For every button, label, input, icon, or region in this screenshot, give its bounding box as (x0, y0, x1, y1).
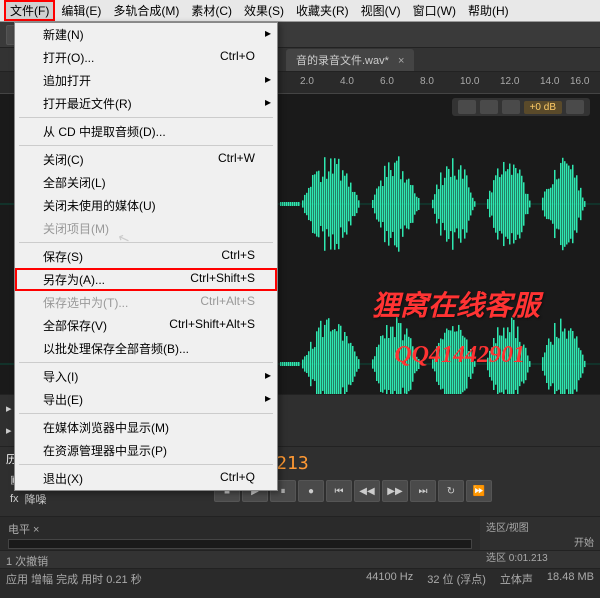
transport-button[interactable]: ⏮ (326, 480, 352, 502)
menu-item[interactable]: 退出(X)Ctrl+Q (15, 467, 277, 490)
status-bar: 应用 增幅 完成 用时 0.21 秒 44100 Hz 32 位 (浮点) 立体… (0, 568, 600, 588)
menu-help[interactable]: 帮助(H) (462, 0, 515, 21)
menu-clip[interactable]: 素材(C) (185, 0, 238, 21)
watermark-qq: QQ41442901 (394, 342, 525, 369)
level-meter[interactable] (8, 539, 472, 549)
zoom-button[interactable] (480, 100, 498, 114)
watermark-text: 狸窝在线客服 (372, 284, 540, 324)
ruler-tick: 8.0 (420, 76, 434, 87)
menu-item: 保存选中为(T)...Ctrl+Alt+S (15, 291, 277, 314)
menu-item[interactable]: 导入(I)▸ (15, 365, 277, 388)
menu-item[interactable]: 全部关闭(L) (15, 171, 277, 194)
ruler-tick: 2.0 (300, 76, 314, 87)
transport-button[interactable]: ▶▶ (382, 480, 408, 502)
menu-item[interactable]: 打开最近文件(R)▸ (15, 92, 277, 115)
menu-item[interactable]: 关闭(C)Ctrl+W (15, 148, 277, 171)
waveform-controls: +0 dB (452, 98, 590, 116)
menu-item: 关闭项目(M) (15, 217, 277, 240)
menu-item[interactable]: 打开(O)...Ctrl+O (15, 46, 277, 69)
menu-item[interactable]: 关闭未使用的媒体(U) (15, 194, 277, 217)
menu-item[interactable]: 保存(S)Ctrl+S (15, 245, 277, 268)
arrow-icon: ▸ (6, 402, 12, 415)
close-icon[interactable]: × (398, 55, 404, 67)
level-label: 电平 × (8, 521, 472, 537)
history-label: 降噪 (25, 491, 47, 507)
menu-view[interactable]: 视图(V) (355, 0, 407, 21)
status-text: 应用 增幅 完成 用时 0.21 秒 (6, 571, 142, 586)
selection-title: 选区/视图 (486, 519, 594, 534)
sample-rate: 44100 Hz (366, 571, 413, 586)
menu-item[interactable]: 导出(E)▸ (15, 388, 277, 411)
menubar: 文件(F) 编辑(E) 多轨合成(M) 素材(C) 效果(S) 收藏夹(R) 视… (0, 0, 600, 22)
history-item[interactable]: fx 降噪 (2, 489, 208, 509)
ruler-tick: 16.0 (570, 76, 589, 87)
level-row: 电平 × 选区/视图 开始 选区 0:01.213 (0, 516, 600, 550)
menu-effects[interactable]: 效果(S) (238, 0, 290, 21)
file-size: 18.48 MB (547, 571, 594, 586)
db-badge[interactable]: +0 dB (524, 101, 562, 114)
tab-filename: 音的录音文件.wav* (296, 55, 389, 67)
menu-item[interactable]: 全部保存(V)Ctrl+Shift+Alt+S (15, 314, 277, 337)
arrow-icon: ▸ (6, 424, 12, 437)
menu-item[interactable]: 新建(N)▸ (15, 23, 277, 46)
options-button[interactable] (566, 100, 584, 114)
ruler-tick: 10.0 (460, 76, 479, 87)
menu-item[interactable]: 从 CD 中提取音频(D)... (15, 120, 277, 143)
ruler-tick: 12.0 (500, 76, 519, 87)
zoom-button[interactable] (502, 100, 520, 114)
fx-icon: fx (10, 493, 19, 505)
transport-button[interactable]: ⏩ (466, 480, 492, 502)
menu-item[interactable]: 追加打开▸ (15, 69, 277, 92)
col-start: 开始 (486, 534, 594, 549)
ruler-tick: 14.0 (540, 76, 559, 87)
transport-button[interactable]: ↻ (438, 480, 464, 502)
menu-item[interactable]: 另存为(A)...Ctrl+Shift+S (15, 268, 277, 291)
menu-item[interactable]: 在资源管理器中显示(P) (15, 439, 277, 462)
selection-panel: 选区/视图 开始 选区 0:01.213 (480, 517, 600, 550)
file-dropdown: 新建(N)▸打开(O)...Ctrl+O追加打开▸打开最近文件(R)▸ 从 CD … (14, 22, 278, 491)
menu-item[interactable]: 在媒体浏览器中显示(M) (15, 416, 277, 439)
bit-depth: 32 位 (浮点) (427, 571, 486, 586)
row-sel: 选区 (486, 553, 506, 564)
ruler-tick: 4.0 (340, 76, 354, 87)
menu-multitrack[interactable]: 多轨合成(M) (107, 0, 185, 21)
menu-file[interactable]: 文件(F) (4, 0, 55, 21)
ruler-tick: 6.0 (380, 76, 394, 87)
zoom-button[interactable] (458, 100, 476, 114)
menu-edit[interactable]: 编辑(E) (55, 0, 107, 21)
transport-button[interactable]: ◀◀ (354, 480, 380, 502)
channels: 立体声 (500, 571, 533, 586)
transport-button[interactable]: ● (298, 480, 324, 502)
transport-button[interactable]: ⏭ (410, 480, 436, 502)
menu-window[interactable]: 窗口(W) (407, 0, 462, 21)
level-meter-panel: 电平 × (0, 517, 480, 550)
file-tab[interactable]: 音的录音文件.wav* × (286, 49, 414, 71)
menu-item[interactable]: 以批处理保存全部音频(B)... (15, 337, 277, 360)
menu-favorites[interactable]: 收藏夹(R) (290, 0, 355, 21)
sel-value: 0:01.213 (509, 553, 548, 564)
